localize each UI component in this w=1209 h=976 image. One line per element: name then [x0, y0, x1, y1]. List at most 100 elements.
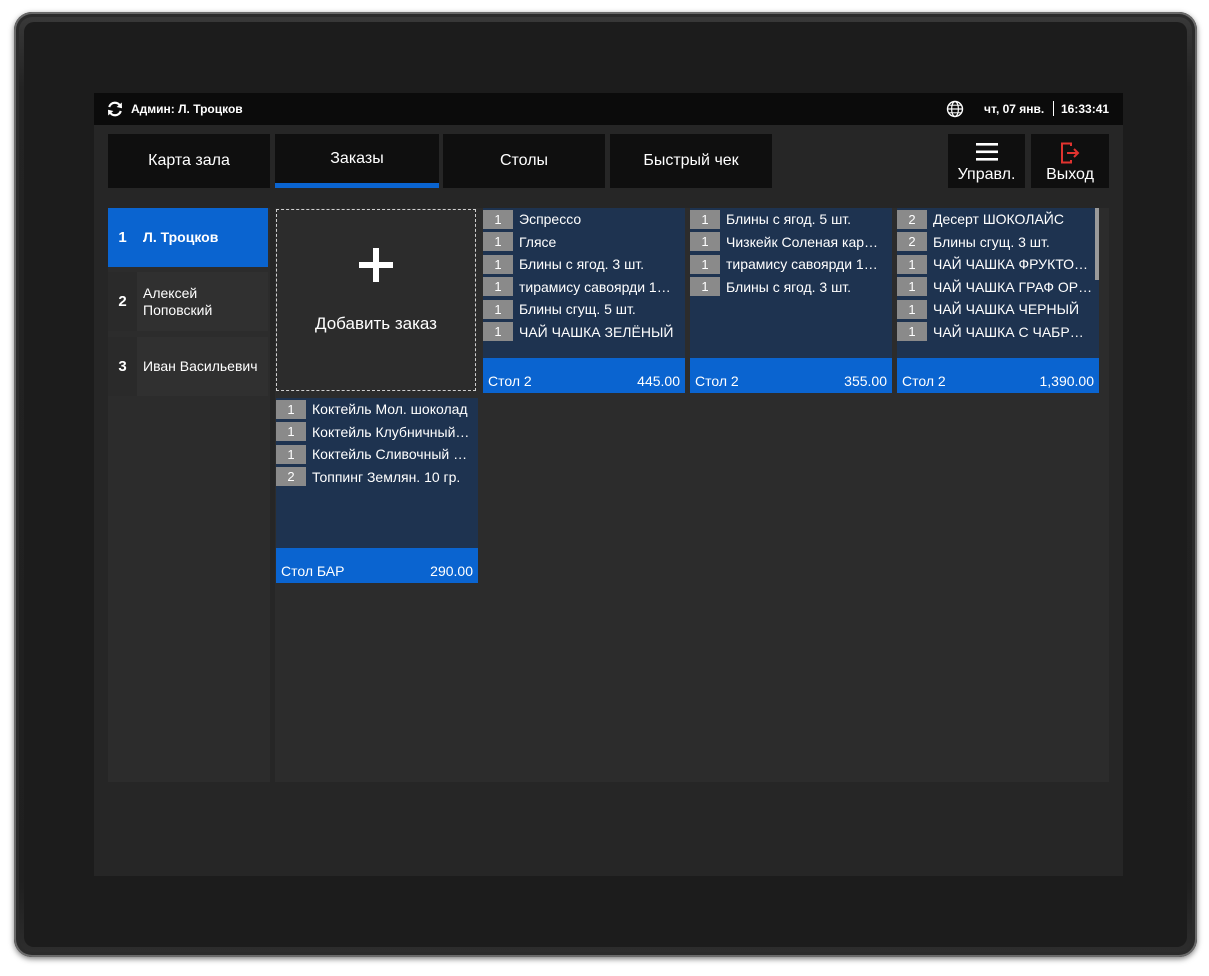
item-qty: 1: [897, 299, 927, 319]
waiter-list: 1 Л. Троцков 2 Алексей Поповский 3 Иван …: [108, 208, 270, 782]
admin-label: Админ: Л. Троцков: [131, 102, 243, 116]
item-name: тирамису савоярди 1…: [519, 278, 671, 295]
order-item: 1 тирамису савоярди 1…: [690, 253, 892, 276]
waiter-name-text: Алексей Поповский: [143, 284, 213, 318]
order-footer: Стол 2 445.00: [483, 358, 685, 393]
item-name: тирамису савоярди 1…: [726, 256, 878, 273]
order-item: 1 Блины сгущ. 5 шт.: [483, 298, 685, 321]
item-name: ЧАЙ ЧАШКА ГРАФ ОР…: [933, 278, 1093, 295]
order-items: 2 Десерт ШОКОЛАЙС 2 Блины сгущ. 3 шт. 1 ЧАЙ…: [897, 208, 1099, 343]
item-qty: 1: [276, 422, 306, 442]
tab-hall-map[interactable]: Карта зала: [108, 134, 270, 188]
waiter-item[interactable]: 2 Алексей Поповский: [108, 272, 268, 331]
add-order-button[interactable]: Добавить заказ: [276, 209, 476, 391]
item-name: Коктейль Клубничный…: [312, 423, 470, 440]
tab-label: Столы: [499, 152, 549, 169]
globe-icon[interactable]: [946, 100, 964, 118]
divider: [1053, 101, 1054, 116]
add-order-label: Добавить заказ: [315, 314, 437, 333]
item-qty: 2: [276, 467, 306, 487]
order-total: 445.00: [637, 373, 680, 389]
order-card[interactable]: 1 Коктейль Мол. шоколад 1 Коктейль Клубнич…: [276, 398, 478, 583]
tab-orders[interactable]: Заказы: [275, 134, 439, 188]
manage-label: Управл.: [957, 166, 1016, 183]
waiter-name: Алексей Поповский: [143, 272, 267, 331]
item-qty: 1: [483, 254, 513, 274]
order-item: 2 Блины сгущ. 3 шт.: [897, 231, 1099, 254]
item-name: ЧАЙ ЧАШКА ФРУКТО…: [933, 256, 1089, 273]
order-item: 1 Блины с ягод. 5 шт.: [690, 208, 892, 231]
waiter-item[interactable]: 3 Иван Васильевич: [108, 337, 268, 396]
tab-quick-check[interactable]: Быстрый чек: [610, 134, 772, 188]
exit-button[interactable]: Выход: [1031, 134, 1109, 188]
item-name: ЧАЙ ЧАШКА ЗЕЛЁНЫЙ: [519, 323, 674, 340]
item-qty: 1: [483, 232, 513, 252]
order-table: Стол 2: [902, 373, 946, 389]
order-item: 1 Эспрессо: [483, 208, 685, 231]
item-qty: 1: [483, 277, 513, 297]
item-qty: 1: [897, 277, 927, 297]
waiter-number: 1: [108, 208, 137, 267]
order-footer: Стол 2 1,390.00: [897, 358, 1099, 393]
waiter-number: 3: [108, 337, 137, 396]
order-table: Стол 2: [695, 373, 739, 389]
item-name: ЧАЙ ЧАШКА ЧЕРНЫЙ: [933, 301, 1080, 318]
item-name: Блины сгущ. 3 шт.: [933, 233, 1050, 250]
item-qty: 2: [897, 232, 927, 252]
item-name: Блины с ягод. 5 шт.: [726, 211, 852, 228]
order-item: 1 Блины с ягод. 3 шт.: [690, 276, 892, 299]
order-total: 1,390.00: [1039, 373, 1095, 389]
waiter-number: 2: [108, 272, 137, 331]
manage-button[interactable]: Управл.: [948, 134, 1025, 188]
tab-label: Карта зала: [148, 152, 230, 169]
waiter-name: Иван Васильевич: [143, 358, 258, 374]
order-total: 355.00: [844, 373, 887, 389]
item-qty: 1: [897, 254, 927, 274]
item-name: Блины с ягод. 3 шт.: [519, 256, 645, 273]
status-bar: Админ: Л. Троцков чт, 07 янв. 16:33:41: [94, 93, 1123, 125]
order-card[interactable]: 2 Десерт ШОКОЛАЙС 2 Блины сгущ. 3 шт. 1 ЧАЙ…: [897, 208, 1099, 393]
order-item: 1 ЧАЙ ЧАШКА ФРУКТО…: [897, 253, 1099, 276]
order-item: 1 Чизкейк Соленая кар…: [690, 231, 892, 254]
item-qty: 1: [690, 232, 720, 252]
tab-label: Быстрый чек: [643, 152, 739, 169]
tab-label: Заказы: [330, 149, 384, 167]
waiter-item[interactable]: 1 Л. Троцков: [108, 208, 268, 267]
plus-icon: [359, 248, 393, 282]
item-name: Десерт ШОКОЛАЙС: [933, 211, 1064, 228]
order-table: Стол БАР: [281, 563, 345, 579]
order-card[interactable]: 1 Эспрессо 1 Глясе 1 Блины с ягод. 3 шт. 1т…: [483, 208, 685, 393]
order-items: 1 Коктейль Мол. шоколад 1 Коктейль Клубнич…: [276, 398, 478, 488]
item-qty: 2: [897, 209, 927, 229]
order-table: Стол 2: [488, 373, 532, 389]
item-qty: 1: [897, 322, 927, 342]
item-name: Блины сгущ. 5 шт.: [519, 301, 636, 318]
order-item: 1 ЧАЙ ЧАШКА С ЧАБР…: [897, 321, 1099, 344]
exit-label: Выход: [1046, 166, 1094, 183]
order-scrollbar[interactable]: [1095, 208, 1099, 280]
refresh-icon[interactable]: [106, 100, 124, 118]
item-name: Топпинг Землян. 10 гр.: [312, 468, 461, 485]
order-footer: Стол 2 355.00: [690, 358, 892, 393]
order-item: 1 Блины с ягод. 3 шт.: [483, 253, 685, 276]
order-item: 1 тирамису савоярди 1…: [483, 276, 685, 299]
clock-label: 16:33:41: [1061, 102, 1110, 116]
logout-icon: [1061, 142, 1080, 164]
waiter-name: Л. Троцков: [143, 229, 219, 245]
item-name: Чизкейк Соленая кар…: [726, 233, 879, 250]
item-name: Блины с ягод. 3 шт.: [726, 278, 852, 295]
item-qty: 1: [690, 254, 720, 274]
item-qty: 1: [276, 399, 306, 419]
order-card[interactable]: 1 Блины с ягод. 5 шт. 1 Чизкейк Соленая ка…: [690, 208, 892, 393]
item-qty: 1: [276, 444, 306, 464]
item-qty: 1: [483, 322, 513, 342]
order-item: 1 Коктейль Клубничный…: [276, 421, 478, 444]
order-item: 1 Коктейль Мол. шоколад: [276, 398, 478, 421]
menu-icon: [975, 143, 998, 161]
order-total: 290.00: [430, 563, 473, 579]
order-item: 2 Десерт ШОКОЛАЙС: [897, 208, 1099, 231]
date-label: чт, 07 янв.: [984, 102, 1045, 116]
order-item: 2 Топпинг Землян. 10 гр.: [276, 466, 478, 489]
item-name: ЧАЙ ЧАШКА С ЧАБР…: [933, 323, 1084, 340]
tab-tables[interactable]: Столы: [443, 134, 605, 188]
